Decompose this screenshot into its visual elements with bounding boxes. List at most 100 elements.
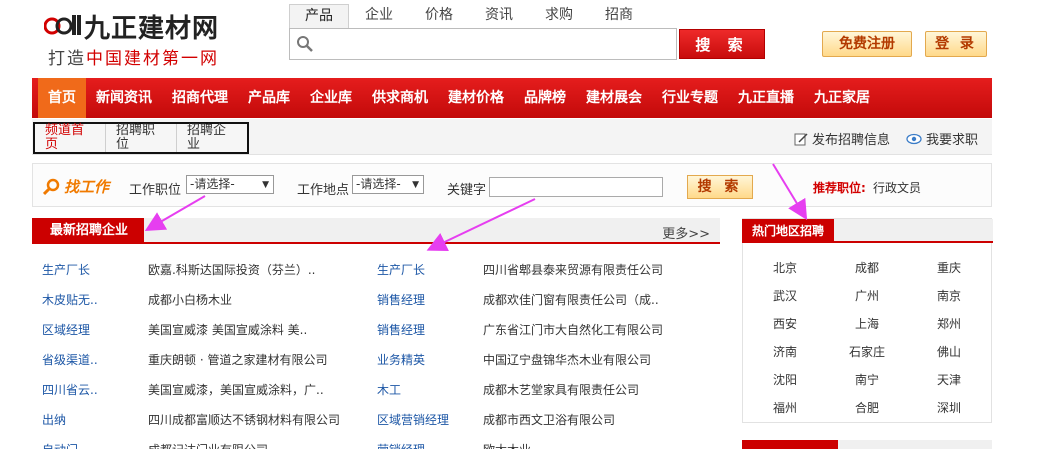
company-name-link[interactable]: 成都记达门业有限公司 [148, 435, 268, 449]
nav-item-topics[interactable]: 行业专题 [652, 78, 728, 118]
company-name-link[interactable]: 成都市西文卫浴有限公司 [483, 405, 615, 435]
company-name-link[interactable]: 成都小白杨木业 [148, 285, 232, 315]
city-link[interactable]: 佛山 [919, 338, 979, 366]
city-link[interactable]: 石家庄 [837, 338, 897, 366]
search-tab-news[interactable]: 资讯 [469, 4, 529, 28]
sub-actions: 发布招聘信息 我要求职 [794, 129, 978, 148]
search-box [289, 28, 677, 60]
job-title-link[interactable]: 区域营销经理 [377, 405, 449, 435]
post-job-link[interactable]: 发布招聘信息 [794, 129, 890, 148]
job-search-button[interactable]: 搜 索 [687, 175, 753, 199]
job-title-link[interactable]: 木工 [377, 375, 401, 405]
job-title-link[interactable]: 自动门.. [42, 435, 86, 449]
city-link[interactable]: 沈阳 [755, 366, 815, 394]
search-tabs: 产品 企业 价格 资讯 求购 招商 [289, 4, 649, 28]
logo-slogan: 打造中国建材第一网 [48, 49, 219, 69]
company-name-link[interactable]: 成都木艺堂家具有限责任公司 [483, 375, 639, 405]
more-link[interactable]: 更多>> [662, 223, 710, 242]
company-name-link[interactable]: 重庆朗顿 · 管道之家建材有限公司 [148, 345, 327, 375]
company-name-link[interactable]: 欧嘉.科斯达国际投资（芬兰）.. [148, 255, 315, 285]
city-link[interactable]: 福州 [755, 394, 815, 422]
city-link[interactable]: 重庆 [919, 254, 979, 282]
hot-areas-title: 热门地区招聘 [742, 219, 835, 243]
next-panel-header [838, 440, 992, 449]
job-title-link[interactable]: 销售经理 [377, 285, 425, 315]
eye-icon [906, 133, 922, 144]
city-link[interactable]: 济南 [755, 338, 815, 366]
city-link[interactable]: 北京 [755, 254, 815, 282]
job-title-link[interactable]: 生产厂长 [42, 255, 90, 285]
company-name-link[interactable]: 美国宣威漆 美国宣威涂料 美.. [148, 315, 307, 345]
city-link[interactable]: 西安 [755, 310, 815, 338]
city-link[interactable]: 南宁 [837, 366, 897, 394]
job-title-link[interactable]: 区域经理 [42, 315, 90, 345]
city-link[interactable]: 合肥 [837, 394, 897, 422]
nav-item-products[interactable]: 产品库 [238, 78, 300, 118]
nav-item-supply[interactable]: 供求商机 [362, 78, 438, 118]
nav-item-news[interactable]: 新闻资讯 [86, 78, 162, 118]
job-title-link[interactable]: 业务精英 [377, 345, 425, 375]
nav-item-companies[interactable]: 企业库 [300, 78, 362, 118]
company-name-link[interactable]: 四川成都富顺达不锈钢材料有限公司 [148, 405, 340, 435]
position-label: 工作职位 [129, 183, 182, 198]
subnav-job-positions[interactable]: 招聘职位 [106, 124, 177, 152]
edit-icon [794, 132, 808, 145]
search-icon [297, 36, 313, 52]
dropdown-arrow-icon: ▼ [412, 180, 419, 190]
job-title-link[interactable]: 营销经理 [377, 435, 425, 449]
search-input[interactable] [320, 31, 670, 57]
city-link[interactable]: 南京 [919, 282, 979, 310]
logo-mark-icon [44, 15, 81, 35]
nav-item-agency[interactable]: 招商代理 [162, 78, 238, 118]
job-title-link[interactable]: 木皮贴无.. [42, 285, 98, 315]
subnav-channel-home[interactable]: 频道首页 [35, 124, 106, 152]
login-button[interactable]: 登 录 [925, 31, 987, 57]
city-link[interactable]: 上海 [837, 310, 897, 338]
seek-job-label: 我要求职 [925, 133, 978, 148]
nav-item-expo[interactable]: 建材展会 [576, 78, 652, 118]
job-title-link[interactable]: 出纳 [42, 405, 66, 435]
search-tab-product[interactable]: 产品 [289, 4, 349, 28]
nav-item-home-decor[interactable]: 九正家居 [804, 78, 880, 118]
nav-item-live[interactable]: 九正直播 [728, 78, 804, 118]
recommend-label: 推荐职位: [813, 181, 866, 195]
search-tab-price[interactable]: 价格 [409, 4, 469, 28]
city-link[interactable]: 郑州 [919, 310, 979, 338]
job-title-link[interactable]: 省级渠道.. [42, 345, 98, 375]
city-link[interactable]: 深圳 [919, 394, 979, 422]
nav-item-prices[interactable]: 建材价格 [438, 78, 514, 118]
subnav-hiring-companies[interactable]: 招聘企业 [177, 124, 247, 152]
nav-item-brands[interactable]: 品牌榜 [514, 78, 576, 118]
location-select[interactable]: -请选择- ▼ [352, 175, 424, 194]
keyword-input[interactable] [489, 177, 663, 197]
job-title-link[interactable]: 四川省云.. [42, 375, 98, 405]
position-select[interactable]: -请选择- ▼ [186, 175, 274, 194]
logo-name: 九正建材网 [84, 14, 220, 44]
search-tab-buy[interactable]: 求购 [529, 4, 589, 28]
job-title-link[interactable]: 销售经理 [377, 315, 425, 345]
post-job-label: 发布招聘信息 [811, 133, 890, 148]
search-button[interactable]: 搜 索 [679, 29, 765, 59]
keyword-label: 关键字 [447, 183, 487, 198]
company-name-link[interactable]: 成都欢佳门窗有限责任公司（成.. [483, 285, 659, 315]
search-tab-company[interactable]: 企业 [349, 4, 409, 28]
site-logo[interactable]: 九正建材网 打造中国建材第一网 [44, 8, 244, 69]
city-link[interactable]: 武汉 [755, 282, 815, 310]
nav-item-home[interactable]: 首页 [38, 78, 86, 118]
company-name-link[interactable]: 美国宣威漆，美国宣威涂料，广.. [148, 375, 324, 405]
register-button[interactable]: 免费注册 [822, 31, 912, 57]
recommend-job-link[interactable]: 行政文员 [873, 179, 921, 196]
company-name-link[interactable]: 中国辽宁盘锦华杰木业有限公司 [483, 345, 651, 375]
company-name-link[interactable]: 广东省江门市大自然化工有限公司 [483, 315, 663, 345]
main-nav: 首页 新闻资讯 招商代理 产品库 企业库 供求商机 建材价格 品牌榜 建材展会 … [32, 78, 992, 118]
latest-companies-title: 最新招聘企业 [32, 218, 145, 244]
search-tab-invest[interactable]: 招商 [589, 4, 649, 28]
company-name-link[interactable]: 欧太木业 [483, 435, 531, 449]
company-name-link[interactable]: 四川省郫县泰来贸源有限责任公司 [483, 255, 663, 285]
seek-job-link[interactable]: 我要求职 [906, 129, 978, 148]
job-title-link[interactable]: 生产厂长 [377, 255, 425, 285]
city-link[interactable]: 成都 [837, 254, 897, 282]
city-link[interactable]: 天津 [919, 366, 979, 394]
next-panel-tab [742, 440, 838, 449]
city-link[interactable]: 广州 [837, 282, 897, 310]
